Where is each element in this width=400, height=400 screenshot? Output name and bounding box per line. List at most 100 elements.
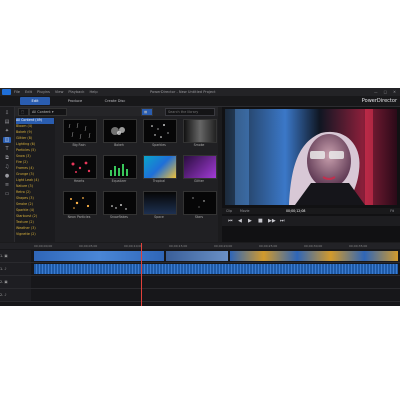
room-toolbar: ⇩ ▤ ✦ ◫ T ⧉ ♫ ● ≡ ▭ xyxy=(0,107,15,242)
timeline-ruler[interactable]: 00;00;00;00 00;00;05;00 00;00;10;00 00;0… xyxy=(0,243,400,249)
menu-edit[interactable]: Edit xyxy=(25,88,32,96)
category-item[interactable]: Snow (3) xyxy=(16,154,54,160)
space-thumb[interactable] xyxy=(143,191,177,215)
menu-playback[interactable]: Playback xyxy=(68,88,84,96)
category-item[interactable]: Nature (3) xyxy=(16,184,54,190)
close-button[interactable]: ✕ xyxy=(393,88,396,96)
thumb-caption: Smoke xyxy=(193,143,205,147)
equalizer-thumb[interactable] xyxy=(103,155,137,179)
particles-thumb[interactable] xyxy=(63,191,97,215)
category-item[interactable]: Lighting (6) xyxy=(16,142,54,148)
audio-track-2: 2. ♪ xyxy=(0,289,400,302)
import-media-icon[interactable]: ⇩ xyxy=(3,110,11,116)
subtitle-room-icon[interactable]: ▭ xyxy=(3,191,11,197)
video-clip[interactable] xyxy=(166,251,228,261)
ruler-tick: 00;00;15;00 xyxy=(169,244,188,248)
chapter-room-icon[interactable]: ≡ xyxy=(3,182,11,188)
thumb-caption: Sparkles xyxy=(152,143,166,147)
tropical-thumb[interactable] xyxy=(143,155,177,179)
ruler-tick: 00;00;25;00 xyxy=(259,244,278,248)
track-header: 1. ▣ xyxy=(0,250,31,262)
category-item[interactable]: Shapes (3) xyxy=(16,196,54,202)
stars-thumb[interactable] xyxy=(183,191,217,215)
tab-create-disc[interactable]: Create Disc xyxy=(100,97,130,105)
category-item[interactable]: Glitter (8) xyxy=(16,136,54,142)
thumb-caption: Big Rain xyxy=(72,143,86,147)
brand-label: PowerDirector xyxy=(361,98,397,104)
category-item[interactable]: Weather (3) xyxy=(16,226,54,232)
category-item[interactable]: Bloom (4) xyxy=(16,124,54,130)
ruler-tick: 00;00;20;00 xyxy=(214,244,233,248)
effects-room-icon[interactable]: ✦ xyxy=(3,128,11,134)
library-filter-value: All Content xyxy=(32,110,51,114)
search-input[interactable]: Search the library xyxy=(165,108,215,116)
menu-file[interactable]: File xyxy=(14,88,20,96)
category-item[interactable]: Retro (2) xyxy=(16,190,54,196)
go-to-end-icon[interactable]: ⏭ xyxy=(280,217,285,225)
transition-room-icon[interactable]: ⧉ xyxy=(3,155,11,161)
audio-room-icon[interactable]: ♫ xyxy=(3,164,11,170)
category-item[interactable]: Vignette (2) xyxy=(16,232,54,238)
clip-mode-button[interactable]: Clip xyxy=(226,208,232,214)
library-toolbar: ⬚ All Content ▾ ▦ Search the library xyxy=(15,107,218,116)
category-list: All Content (49) Bloom (4) Bokeh (9) Gli… xyxy=(15,117,55,242)
app-window: File Edit Plugins View Playback Help Pow… xyxy=(0,88,400,306)
title-room-icon[interactable]: T xyxy=(3,146,11,152)
category-item[interactable]: Bokeh (9) xyxy=(16,130,54,136)
track-label: 2. ♪ xyxy=(0,293,7,297)
bokeh-thumb[interactable] xyxy=(103,119,137,143)
category-item[interactable]: Texture (2) xyxy=(16,220,54,226)
fast-forward-icon[interactable]: ▶▶ xyxy=(268,217,276,225)
category-item[interactable]: All Content (49) xyxy=(16,118,54,124)
library-filter-dropdown[interactable]: All Content ▾ xyxy=(29,108,67,116)
thumb-caption: Snowflakes xyxy=(110,215,128,219)
playhead[interactable] xyxy=(141,243,142,306)
track-header: 1. ♪ xyxy=(0,263,31,275)
thumb-caption: Bokeh xyxy=(114,143,124,147)
menu-view[interactable]: View xyxy=(55,88,64,96)
glitter-thumb[interactable] xyxy=(183,155,217,179)
category-item[interactable]: Starburst (2) xyxy=(16,214,54,220)
overlay-room-icon[interactable]: ◫ xyxy=(3,137,11,143)
audio-clip[interactable] xyxy=(34,264,398,274)
tab-edit[interactable]: Edit xyxy=(20,97,50,105)
library-panel: ⬚ All Content ▾ ▦ Search the library All… xyxy=(15,107,218,242)
rain-thumb[interactable] xyxy=(63,119,97,143)
smoke-thumb[interactable] xyxy=(183,119,217,143)
snow-thumb[interactable] xyxy=(103,191,137,215)
category-item[interactable]: Grunge (3) xyxy=(16,172,54,178)
category-item[interactable]: Particles (5) xyxy=(16,148,54,154)
category-item[interactable]: Fire (2) xyxy=(16,160,54,166)
tab-produce[interactable]: Produce xyxy=(60,97,90,105)
stop-icon[interactable]: ■ xyxy=(258,217,263,225)
movie-mode-button[interactable]: Movie xyxy=(240,208,249,214)
import-icon[interactable]: ⬚ xyxy=(18,108,29,116)
minimize-button[interactable]: — xyxy=(374,88,378,96)
preview-video[interactable] xyxy=(225,109,397,205)
voiceover-room-icon[interactable]: ● xyxy=(3,173,11,179)
track-label: 1. ♪ xyxy=(0,267,7,271)
play-icon[interactable]: ▶ xyxy=(248,217,252,225)
video-clip[interactable] xyxy=(34,251,164,261)
app-logo-icon xyxy=(2,89,11,95)
category-item[interactable]: Sparkle (4) xyxy=(16,208,54,214)
thumb-caption: Hearts xyxy=(73,179,85,183)
category-item[interactable]: Light Leak (4) xyxy=(16,178,54,184)
maximize-button[interactable]: □ xyxy=(384,88,387,96)
go-to-start-icon[interactable]: ⏮ xyxy=(228,217,233,225)
category-item[interactable]: Frames (4) xyxy=(16,166,54,172)
thumb-caption: Equalizer xyxy=(111,179,127,183)
previous-frame-icon[interactable]: ◀ xyxy=(238,217,242,225)
hearts-thumb[interactable] xyxy=(63,155,97,179)
video-track-2: 2. ▣ xyxy=(0,276,400,289)
menu-help[interactable]: Help xyxy=(89,88,97,96)
view-grid-icon[interactable]: ▦ xyxy=(141,108,153,116)
zoom-dropdown[interactable]: Fit xyxy=(390,208,394,214)
menu-plugins[interactable]: Plugins xyxy=(37,88,50,96)
sparkles-thumb[interactable] xyxy=(143,119,177,143)
ruler-tick: 00;00;10;00 xyxy=(124,244,143,248)
media-room-icon[interactable]: ▤ xyxy=(3,119,11,125)
category-item[interactable]: Smoke (2) xyxy=(16,202,54,208)
video-clip[interactable] xyxy=(230,251,398,261)
title-bar: File Edit Plugins View Playback Help Pow… xyxy=(0,88,400,96)
